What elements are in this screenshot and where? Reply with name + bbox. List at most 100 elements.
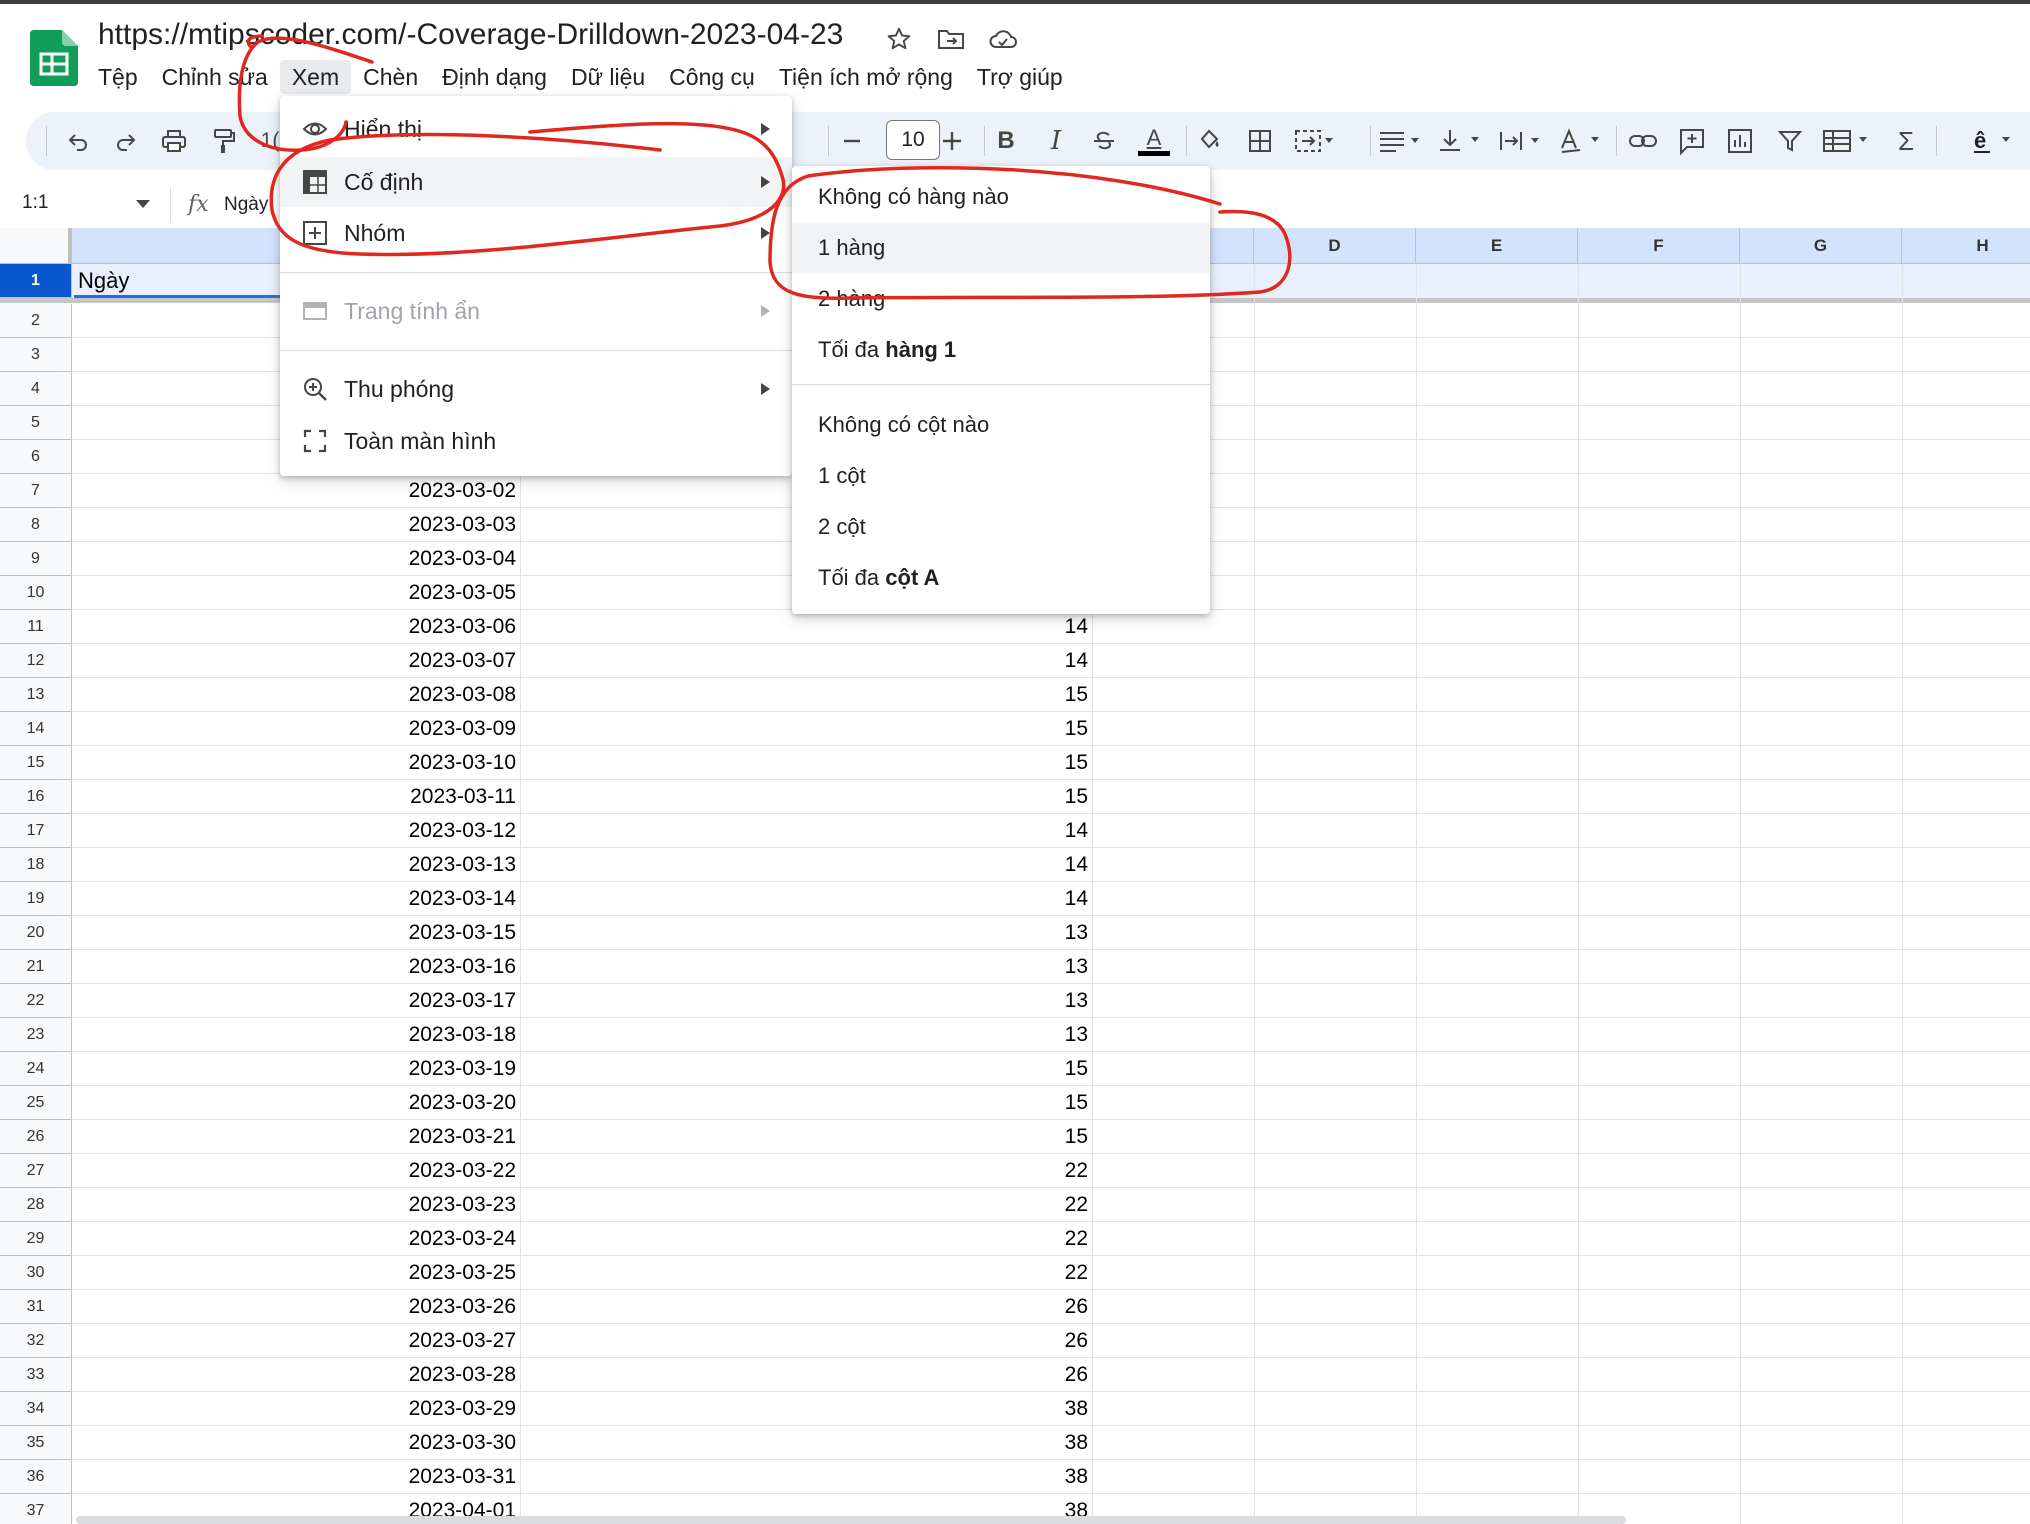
star-icon[interactable] [884, 24, 914, 54]
row-header[interactable]: 1 [0, 264, 72, 298]
row-header[interactable]: 37 [0, 1494, 72, 1524]
row-header[interactable]: 13 [0, 678, 72, 712]
menu-item-zoom[interactable]: Thu phóng [280, 364, 792, 414]
row-header[interactable]: 4 [0, 372, 72, 406]
name-box[interactable]: 1:1 [22, 192, 48, 214]
cell-value[interactable]: 14 [900, 610, 1088, 643]
cell-date[interactable]: 2023-03-07 [300, 644, 516, 677]
row-header[interactable]: 14 [0, 712, 72, 746]
cell-value[interactable]: 13 [900, 1018, 1088, 1051]
freeze-no-rows[interactable]: Không có hàng nào [792, 172, 1210, 222]
row-header[interactable]: 19 [0, 882, 72, 916]
cell-date[interactable]: 2023-03-30 [300, 1426, 516, 1459]
input-tools-icon[interactable]: ê [1970, 125, 2026, 157]
row-header[interactable]: 20 [0, 916, 72, 950]
cell-date[interactable]: 2023-03-16 [300, 950, 516, 983]
filter-icon[interactable] [1776, 125, 1804, 157]
cell-value[interactable]: 26 [900, 1324, 1088, 1357]
menu-extensions[interactable]: Tiện ích mở rộng [767, 60, 965, 94]
row-header[interactable]: 10 [0, 576, 72, 610]
italic-icon[interactable]: I [1042, 125, 1070, 157]
document-title[interactable]: https://mtipscoder.com/-Coverage-Drilldo… [98, 18, 843, 52]
horizontal-scrollbar[interactable] [76, 1516, 1626, 1524]
column-header-h[interactable]: H [1902, 228, 2030, 264]
menu-item-fullscreen[interactable]: Toàn màn hình [280, 416, 792, 466]
row-header[interactable]: 30 [0, 1256, 72, 1290]
cell-date[interactable]: 2023-03-06 [300, 610, 516, 643]
row-header[interactable]: 22 [0, 984, 72, 1018]
vertical-align-icon[interactable] [1438, 125, 1482, 157]
increase-font-size-icon[interactable] [938, 125, 966, 157]
cell-value[interactable]: 26 [900, 1290, 1088, 1323]
freeze-1-row[interactable]: 1 hàng [792, 223, 1210, 273]
text-color-icon[interactable]: A [1138, 125, 1170, 157]
row-header[interactable]: 5 [0, 406, 72, 440]
select-all-corner[interactable] [0, 228, 72, 264]
cell-value[interactable]: 14 [900, 814, 1088, 847]
cell-date[interactable]: 2023-03-13 [300, 848, 516, 881]
cell-value[interactable]: 22 [900, 1256, 1088, 1289]
row-header[interactable]: 15 [0, 746, 72, 780]
column-header-d[interactable]: D [1254, 228, 1416, 264]
freeze-2-columns[interactable]: 2 cột [792, 502, 1210, 552]
cell-date[interactable]: 2023-03-18 [300, 1018, 516, 1051]
cell-date[interactable]: 2023-03-12 [300, 814, 516, 847]
cell-value[interactable]: 26 [900, 1358, 1088, 1391]
font-size-input[interactable]: 10 [886, 120, 940, 160]
cell-value[interactable]: 22 [900, 1188, 1088, 1221]
row-header[interactable]: 27 [0, 1154, 72, 1188]
row-header[interactable]: 25 [0, 1086, 72, 1120]
row-header[interactable]: 8 [0, 508, 72, 542]
cell-value[interactable]: 15 [900, 780, 1088, 813]
horizontal-align-icon[interactable] [1378, 125, 1422, 157]
row-header[interactable]: 7 [0, 474, 72, 508]
column-header-g[interactable]: G [1740, 228, 1902, 264]
borders-icon[interactable] [1246, 125, 1274, 157]
functions-icon[interactable]: Σ [1892, 125, 1920, 157]
row-header[interactable]: 9 [0, 542, 72, 576]
cell-value[interactable]: 13 [900, 984, 1088, 1017]
menu-item-group[interactable]: Nhóm [280, 208, 792, 258]
freeze-up-to-column[interactable]: Tối đa cột A [792, 553, 1210, 603]
cell-value[interactable]: 15 [900, 1086, 1088, 1119]
text-wrap-icon[interactable] [1498, 125, 1542, 157]
row-header[interactable]: 21 [0, 950, 72, 984]
cell-date[interactable]: 2023-03-15 [300, 916, 516, 949]
paint-format-icon[interactable] [210, 125, 238, 157]
cell-date[interactable]: 2023-03-02 [300, 474, 516, 507]
row-header[interactable]: 31 [0, 1290, 72, 1324]
menu-insert[interactable]: Chèn [351, 60, 430, 94]
cell-date[interactable]: 2023-03-09 [300, 712, 516, 745]
row-header[interactable]: 34 [0, 1392, 72, 1426]
row-header[interactable]: 29 [0, 1222, 72, 1256]
cell-value[interactable]: 15 [900, 1052, 1088, 1085]
cell-value[interactable]: 15 [900, 746, 1088, 779]
menu-item-show[interactable]: Hiển thị [280, 104, 792, 154]
cell-date[interactable]: 2023-03-14 [300, 882, 516, 915]
menu-tools[interactable]: Công cụ [657, 60, 767, 94]
name-box-dropdown-icon[interactable] [136, 200, 150, 208]
cloud-saved-icon[interactable] [988, 24, 1018, 54]
cell-a1[interactable]: Ngày [74, 265, 298, 298]
cell-date[interactable]: 2023-03-19 [300, 1052, 516, 1085]
redo-icon[interactable] [112, 125, 140, 157]
filter-views-icon[interactable] [1822, 125, 1872, 157]
strikethrough-icon[interactable] [1090, 125, 1118, 157]
merge-cells-icon[interactable] [1294, 125, 1334, 157]
cell-date[interactable]: 2023-03-21 [300, 1120, 516, 1153]
sheets-logo-icon[interactable] [30, 30, 78, 86]
cell-value[interactable]: 13 [900, 916, 1088, 949]
undo-icon[interactable] [64, 125, 92, 157]
menu-format[interactable]: Định dạng [430, 60, 559, 94]
cell-date[interactable]: 2023-03-24 [300, 1222, 516, 1255]
cell-date[interactable]: 2023-03-28 [300, 1358, 516, 1391]
insert-link-icon[interactable] [1628, 125, 1658, 157]
row-header[interactable]: 24 [0, 1052, 72, 1086]
menu-help[interactable]: Trợ giúp [965, 60, 1075, 94]
row-header[interactable]: 17 [0, 814, 72, 848]
row-header[interactable]: 32 [0, 1324, 72, 1358]
row-header[interactable]: 12 [0, 644, 72, 678]
cell-value[interactable]: 15 [900, 1120, 1088, 1153]
row-header[interactable]: 26 [0, 1120, 72, 1154]
cell-date[interactable]: 2023-03-10 [300, 746, 516, 779]
